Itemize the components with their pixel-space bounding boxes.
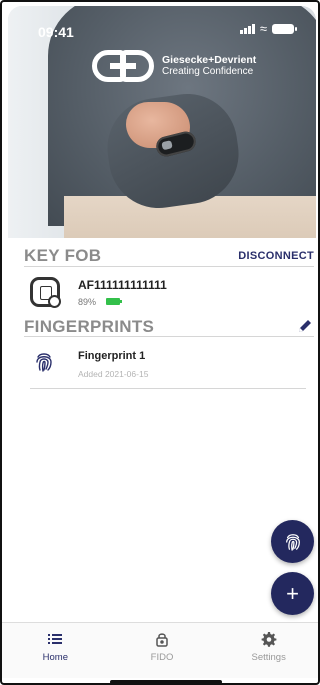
fingerprint-icon <box>34 351 54 378</box>
fingerprints-header: FINGERPRINTS <box>24 317 314 337</box>
hero-image: 09:41 ≈ Giesecke+Devrient Creating Confi… <box>8 6 316 238</box>
wifi-icon: ≈ <box>259 21 267 36</box>
key-fob-device[interactable]: AF111111111111 89% <box>30 270 310 314</box>
tab-label: Home <box>42 652 68 663</box>
battery-icon <box>272 24 297 34</box>
divider <box>30 388 306 389</box>
list-item-fingerprint[interactable]: Fingerprint 1 Added 2021-06-15 <box>34 344 304 384</box>
bottom-tab-bar: Home FIDO Settings <box>2 622 318 678</box>
lock-icon <box>156 633 168 647</box>
key-fob-header: KEY FOB DISCONNECT <box>24 246 314 266</box>
disconnect-button[interactable]: DISCONNECT <box>238 250 314 262</box>
battery-percent: 89% <box>78 296 97 307</box>
add-button[interactable]: + <box>271 572 314 615</box>
edit-fingerprints-button[interactable] <box>296 318 314 336</box>
app-screen: 09:41 ≈ Giesecke+Devrient Creating Confi… <box>0 0 320 685</box>
divider <box>24 336 314 337</box>
key-fob-icon <box>30 277 61 308</box>
fingerprint-icon <box>285 533 300 551</box>
tab-label: Settings <box>251 652 286 663</box>
gd-logo-icon <box>92 50 154 82</box>
tab-fido[interactable]: FIDO <box>109 623 216 678</box>
gear-icon <box>261 632 277 647</box>
device-id: AF111111111111 <box>78 277 167 292</box>
status-time: 09:41 <box>38 24 74 40</box>
battery-level-icon <box>106 298 123 305</box>
plus-icon: + <box>286 580 299 606</box>
scan-fingerprint-button[interactable] <box>271 520 314 563</box>
fingerprint-added-date: Added 2021-06-15 <box>78 368 149 379</box>
list-icon <box>48 634 63 644</box>
tab-home[interactable]: Home <box>2 623 109 678</box>
brand-tagline: Creating Confidence <box>162 66 254 77</box>
tab-label: FIDO <box>150 652 174 663</box>
home-indicator <box>110 680 222 683</box>
tab-settings[interactable]: Settings <box>215 623 318 678</box>
signal-icon <box>239 24 255 34</box>
brand-name: Giesecke+Devrient <box>162 54 257 66</box>
fingerprints-title: FINGERPRINTS <box>24 317 155 336</box>
key-fob-title: KEY FOB <box>24 246 102 265</box>
divider <box>24 266 314 267</box>
brand-logo: Giesecke+Devrient Creating Confidence <box>92 50 256 82</box>
pencil-icon <box>299 320 311 332</box>
fingerprint-name: Fingerprint 1 <box>78 349 146 362</box>
status-icons: ≈ <box>239 21 297 36</box>
